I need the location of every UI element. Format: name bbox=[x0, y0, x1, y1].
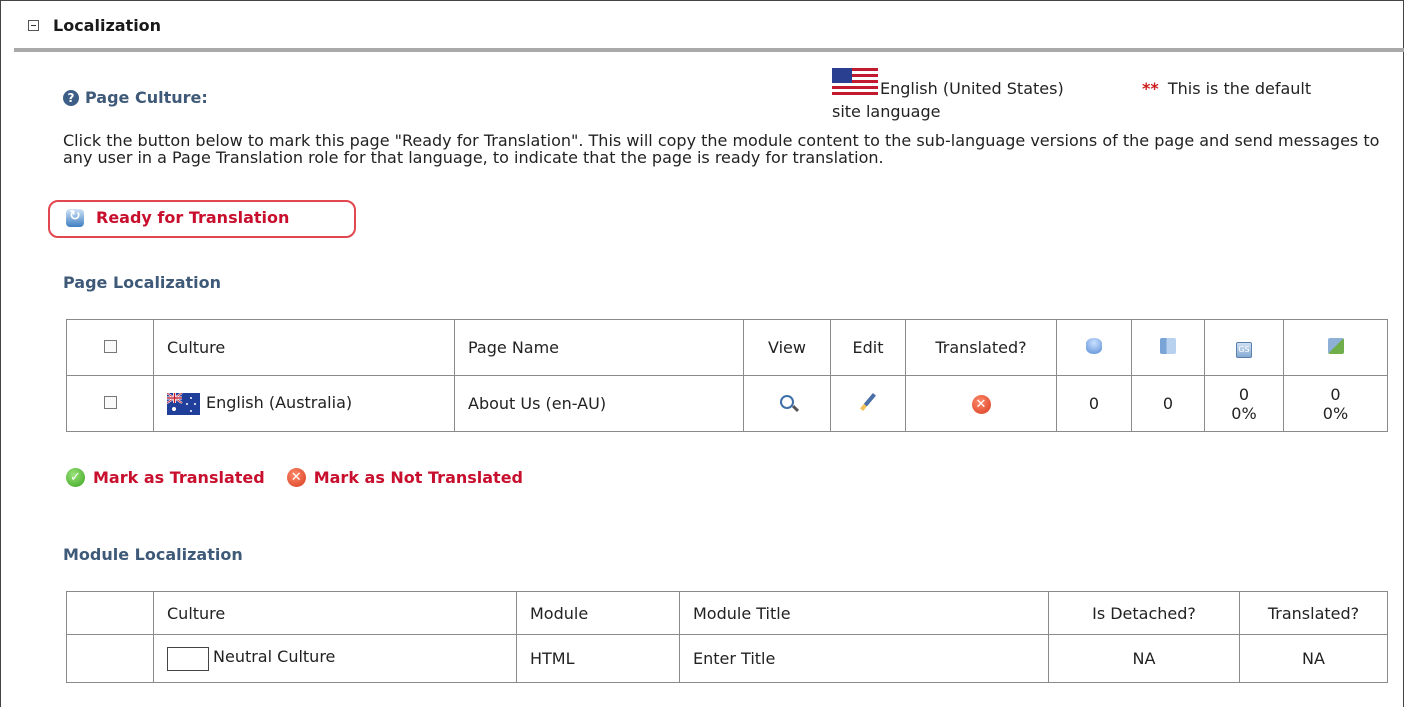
col-database bbox=[1056, 319, 1132, 376]
check-icon: ✓ bbox=[66, 468, 85, 487]
col-module-title: Module Title bbox=[679, 591, 1049, 635]
default-note-text: This is the default bbox=[1167, 79, 1312, 98]
not-translated-icon: ✕ bbox=[971, 395, 991, 414]
module-localization-table: Culture Module Module Title Is Detached?… bbox=[66, 591, 1388, 683]
ready-for-translation-label: Ready for Translation bbox=[96, 208, 290, 227]
row-edit-cell bbox=[830, 375, 906, 432]
row-culture: Neutral Culture bbox=[153, 634, 517, 683]
collapse-icon[interactable] bbox=[28, 20, 39, 31]
table-header-row: Culture Page Name View Edit Translated? … bbox=[66, 319, 1388, 376]
view-icon[interactable] bbox=[780, 395, 794, 409]
select-all-cell bbox=[66, 319, 154, 376]
col-module: Module bbox=[516, 591, 680, 635]
row-documents-value: 0 bbox=[1131, 375, 1205, 432]
neutral-culture-flag-icon bbox=[167, 646, 209, 671]
edit-icon[interactable] bbox=[860, 392, 876, 411]
row-view-cell bbox=[743, 375, 831, 432]
mark-not-translated-label: Mark as Not Translated bbox=[313, 468, 524, 487]
translate-icon bbox=[1327, 337, 1344, 354]
us-flag-icon bbox=[832, 68, 878, 98]
row-gs-count: 0 bbox=[1238, 384, 1250, 404]
row-culture-label: Neutral Culture bbox=[213, 646, 336, 666]
col-documents bbox=[1131, 319, 1205, 376]
module-localization-heading: Module Localization bbox=[63, 545, 243, 564]
col-page-name: Page Name bbox=[454, 319, 744, 376]
mark-translated-label: Mark as Translated bbox=[93, 468, 265, 487]
col-view: View bbox=[743, 319, 831, 376]
page-culture-text: Page Culture: bbox=[85, 88, 208, 107]
row-translated-cell: ✕ bbox=[905, 375, 1057, 432]
select-all-checkbox[interactable] bbox=[103, 340, 117, 353]
row-select-cell bbox=[66, 375, 154, 432]
page-localization-heading: Page Localization bbox=[63, 273, 222, 292]
database-icon bbox=[1086, 337, 1102, 354]
translation-actions: ✓ Mark as Translated ✕ Mark as Not Trans… bbox=[66, 468, 545, 487]
gs-icon: GS bbox=[1236, 342, 1252, 358]
default-note-continuation: site language bbox=[832, 102, 941, 121]
col-edit: Edit bbox=[830, 319, 906, 376]
row-gs-pct: 0% bbox=[1231, 403, 1257, 423]
required-stars: ** bbox=[1142, 79, 1159, 98]
row-translated: NA bbox=[1239, 634, 1388, 683]
row-translate-value: 0 0% bbox=[1283, 375, 1388, 432]
col-gs: GS bbox=[1204, 319, 1284, 376]
row-module-title: Enter Title bbox=[679, 634, 1049, 683]
table-row: Neutral Culture HTML Enter Title NA NA bbox=[66, 634, 1388, 683]
instructions-text: Click the button below to mark this page… bbox=[63, 131, 1380, 167]
row-empty-cell bbox=[66, 634, 154, 683]
documents-icon bbox=[1160, 337, 1176, 354]
row-translate-count: 0 bbox=[1330, 384, 1341, 404]
mark-translated-button[interactable]: ✓ Mark as Translated bbox=[66, 468, 265, 487]
frame-top-border bbox=[0, 0, 1404, 1]
col-translated: Translated? bbox=[905, 319, 1057, 376]
australia-flag-icon bbox=[167, 392, 200, 415]
row-translate-pct: 0% bbox=[1322, 403, 1349, 423]
col-empty bbox=[66, 591, 154, 635]
table-row: English (Australia) About Us (en-AU) ✕ 0… bbox=[66, 375, 1388, 432]
page-localization-table: Culture Page Name View Edit Translated? … bbox=[66, 319, 1388, 432]
row-module: HTML bbox=[516, 634, 680, 683]
mark-not-translated-button[interactable]: ✕ Mark as Not Translated bbox=[286, 468, 524, 487]
cross-icon: ✕ bbox=[286, 468, 306, 487]
table-header-row: Culture Module Module Title Is Detached?… bbox=[66, 591, 1388, 635]
col-culture: Culture bbox=[153, 591, 517, 635]
row-culture-label: English (Australia) bbox=[206, 392, 353, 412]
row-page-name: About Us (en-AU) bbox=[454, 375, 744, 432]
refresh-icon bbox=[66, 208, 84, 227]
frame-left-border bbox=[0, 0, 1, 707]
col-translate bbox=[1283, 319, 1388, 376]
row-checkbox[interactable] bbox=[103, 396, 117, 409]
col-culture: Culture bbox=[153, 319, 455, 376]
section-divider bbox=[14, 48, 1404, 52]
row-is-detached: NA bbox=[1048, 634, 1240, 683]
page-culture-label: ? Page Culture: bbox=[63, 88, 208, 107]
row-gs-value: 0 0% bbox=[1204, 375, 1284, 432]
col-translated: Translated? bbox=[1239, 591, 1388, 635]
section-header[interactable]: Localization bbox=[28, 16, 161, 35]
section-title: Localization bbox=[53, 16, 162, 35]
default-language-note: ** This is the default bbox=[1142, 79, 1311, 98]
ready-for-translation-button[interactable]: Ready for Translation bbox=[66, 208, 289, 227]
help-icon[interactable]: ? bbox=[63, 89, 79, 106]
row-culture: English (Australia) bbox=[153, 375, 455, 432]
row-database-value: 0 bbox=[1056, 375, 1132, 432]
col-is-detached: Is Detached? bbox=[1048, 591, 1240, 635]
default-language-name: English (United States) bbox=[880, 79, 1064, 98]
